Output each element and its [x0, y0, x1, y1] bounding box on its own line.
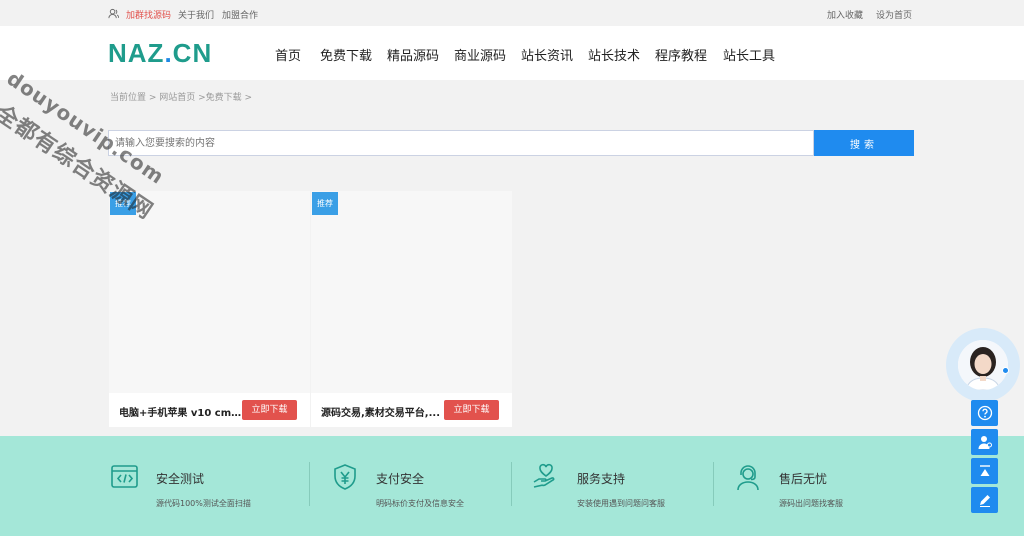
edit-icon: [979, 495, 990, 507]
card-title[interactable]: 源码交易,素材交易平台,...: [321, 404, 445, 419]
nav-webmaster-tech[interactable]: 站长技术: [588, 45, 640, 64]
site-logo[interactable]: NAZ.CN: [108, 38, 212, 69]
feature-title: 安全测试: [156, 472, 205, 486]
card-title[interactable]: 电脑+手机苹果 v10 cms...: [119, 404, 243, 419]
set-homepage-link[interactable]: 设为首页: [876, 8, 912, 21]
top-bar: 加群找源码 关于我们 加盟合作 加入收藏 设为首页: [0, 0, 1024, 26]
feature-service-support: 服务支持 安装使用遇到问题问客服: [531, 462, 731, 522]
search-button[interactable]: 搜索: [814, 130, 914, 156]
customer-service-icon: [737, 465, 759, 491]
nav-free-download[interactable]: 免费下载: [320, 45, 372, 64]
download-button[interactable]: 立即下载: [242, 400, 297, 420]
back-to-top-button[interactable]: [971, 458, 998, 484]
user-group-icon: [108, 8, 119, 19]
feature-desc: 源码出问题找客服: [779, 499, 843, 508]
nav-tutorials[interactable]: 程序教程: [655, 45, 707, 64]
add-favorite-link[interactable]: 加入收藏: [827, 8, 863, 21]
site-header: NAZ.CN 首页 免费下载 精品源码 商业源码 站长资讯 站长技术 程序教程 …: [0, 26, 1024, 80]
feedback-button[interactable]: [971, 487, 998, 513]
search-input[interactable]: [108, 130, 814, 156]
feature-divider: [309, 462, 310, 506]
feature-title: 服务支持: [577, 472, 626, 486]
feature-after-sales: 售后无忧 源码出问题找客服: [733, 462, 933, 522]
feature-title: 售后无忧: [779, 472, 828, 486]
nav-premium-source[interactable]: 精品源码: [387, 45, 439, 64]
help-button[interactable]: [971, 400, 998, 426]
feature-payment-security: 支付安全 明码标价支付及信息安全: [330, 462, 530, 522]
customer-service-avatar[interactable]: [946, 328, 1020, 402]
partnership-link[interactable]: 加盟合作: [222, 8, 258, 21]
card-thumbnail[interactable]: [311, 191, 512, 393]
feature-divider: [713, 462, 714, 506]
arrow-up-icon: [979, 465, 990, 476]
join-group-link[interactable]: 加群找源码: [126, 8, 171, 21]
breadcrumb: 当前位置 > 网站首页 >免费下载 >: [110, 93, 253, 103]
resource-card[interactable]: 推荐 源码交易,素材交易平台,... 立即下载: [311, 191, 512, 427]
download-button[interactable]: 立即下载: [444, 400, 499, 420]
online-indicator: [1002, 367, 1009, 374]
avatar: [958, 340, 1008, 390]
shield-yen-icon: [334, 464, 356, 490]
about-us-link[interactable]: 关于我们: [178, 8, 214, 21]
feature-desc: 安装使用遇到问题问客服: [577, 499, 665, 508]
nav-webmaster-tools[interactable]: 站长工具: [723, 45, 775, 64]
resource-card[interactable]: 推荐 电脑+手机苹果 v10 cms... 立即下载: [109, 191, 310, 427]
user-icon: [978, 436, 992, 449]
feature-desc: 明码标价支付及信息安全: [376, 499, 464, 508]
code-window-icon: [111, 465, 138, 488]
feature-security-test: 安全测试 源代码100%测试全面扫描: [110, 462, 310, 522]
feature-divider: [511, 462, 512, 506]
nav-webmaster-news[interactable]: 站长资讯: [521, 45, 573, 64]
question-icon: [977, 405, 992, 421]
recommend-badge: 推荐: [312, 192, 338, 215]
nav-home[interactable]: 首页: [275, 45, 301, 64]
heart-hand-icon: [533, 463, 555, 488]
feature-title: 支付安全: [376, 472, 425, 486]
feature-desc: 源代码100%测试全面扫描: [156, 499, 251, 508]
contact-button[interactable]: [971, 429, 998, 455]
nav-commercial-source[interactable]: 商业源码: [454, 45, 506, 64]
agent-portrait-icon: [958, 340, 1008, 390]
